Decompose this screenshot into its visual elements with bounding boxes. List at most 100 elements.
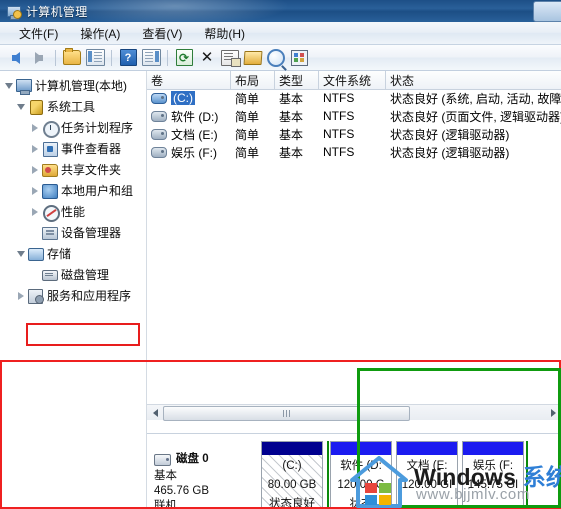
column-header-volume[interactable]: 卷: [147, 71, 231, 89]
partition-f[interactable]: 娱乐 (F: 145.75 GI: [462, 441, 524, 509]
system-tools-icon: [27, 98, 44, 115]
menu-action[interactable]: 操作(A): [69, 23, 131, 44]
sidebar-item-services-applications[interactable]: 服务和应用程序: [0, 285, 146, 306]
menu-help[interactable]: 帮助(H): [193, 23, 256, 44]
menu-file[interactable]: 文件(F): [8, 23, 69, 44]
shared-folder-icon: [41, 161, 58, 178]
twisty-closed-icon[interactable]: [28, 180, 41, 201]
toolbar-separator: [111, 49, 112, 66]
table-row[interactable]: 娱乐 (F:) 简单 基本 NTFS 状态良好 (逻辑驱动器): [147, 143, 561, 161]
partition-status: 状态良好: [269, 498, 315, 508]
column-header-status[interactable]: 状态: [386, 71, 561, 89]
back-arrow-icon[interactable]: [5, 47, 27, 68]
drive-icon: [151, 128, 167, 140]
sidebar-item-local-users-groups[interactable]: 本地用户和组: [0, 180, 146, 201]
event-viewer-icon: [41, 140, 58, 157]
disk-management-pane: 卷 布局 类型 文件系统 状态 (C:) 简单 基本 NTFS 状态良好 (系统…: [147, 71, 561, 509]
drive-icon: [151, 146, 167, 158]
disk-header: 磁盘 0: [154, 452, 249, 467]
forward-arrow-icon[interactable]: [28, 47, 50, 68]
twisty-closed-icon[interactable]: [28, 117, 41, 138]
toolbar-separator: [55, 49, 56, 66]
disk-type: 基本: [154, 470, 177, 482]
computer-icon: [15, 77, 32, 95]
horizontal-scrollbar[interactable]: [147, 404, 561, 421]
sidebar-item-shared-folders[interactable]: 共享文件夹: [0, 159, 146, 180]
twisty-closed-icon[interactable]: [14, 285, 27, 306]
show-hide-console-tree-icon[interactable]: [84, 47, 106, 68]
column-header-layout[interactable]: 布局: [231, 71, 275, 89]
sidebar-item-label: 系统工具: [47, 100, 96, 114]
sidebar-item-performance[interactable]: 性能: [0, 201, 146, 222]
sidebar-item-computer-management[interactable]: 计算机管理(本地): [0, 75, 146, 96]
twisty-open-icon[interactable]: [2, 75, 15, 96]
sidebar-item-storage[interactable]: 存储: [0, 243, 146, 264]
partition-size: 145.75 GI: [467, 479, 519, 491]
volume-name: (C:): [171, 91, 195, 105]
sidebar-item-label: 共享文件夹: [61, 163, 122, 177]
search-icon[interactable]: [265, 47, 287, 68]
sidebar-item-label: 任务计划程序: [61, 121, 134, 135]
sidebar-item-event-viewer[interactable]: 事件查看器: [0, 138, 146, 159]
volume-filesystem: NTFS: [323, 109, 355, 123]
export-list-icon[interactable]: [288, 47, 310, 68]
partition-capacity-bar: [397, 442, 457, 455]
extended-partition-border-right: [526, 441, 528, 509]
scrollbar-thumb[interactable]: [163, 406, 410, 421]
disk-icon: [154, 453, 171, 466]
table-row[interactable]: 软件 (D:) 简单 基本 NTFS 状态良好 (页面文件, 逻辑驱动器): [147, 107, 561, 125]
volume-type: 基本: [279, 127, 304, 142]
sidebar-item-system-tools[interactable]: 系统工具: [0, 96, 146, 117]
twisty-open-icon[interactable]: [14, 96, 27, 117]
disk-info-panel[interactable]: 磁盘 0 基本 465.76 GB 联机: [154, 452, 249, 509]
sidebar-item-label: 磁盘管理: [61, 268, 110, 282]
table-row[interactable]: 文档 (E:) 简单 基本 NTFS 状态良好 (逻辑驱动器): [147, 125, 561, 143]
twisty-open-icon[interactable]: [14, 243, 27, 264]
column-header-type[interactable]: 类型: [275, 71, 319, 89]
sidebar-item-device-manager[interactable]: 设备管理器: [0, 222, 146, 243]
twisty-closed-icon[interactable]: [28, 201, 41, 222]
partition-e[interactable]: 文档 (E: 120.00 GI: [396, 441, 458, 509]
up-folder-icon[interactable]: [61, 47, 83, 68]
graphical-disk-view: 磁盘 0 基本 465.76 GB 联机 (C:) 80.00 GB 状态良好: [147, 433, 561, 509]
performance-icon: [41, 203, 60, 222]
menu-view[interactable]: 查看(V): [131, 23, 193, 44]
volume-filesystem: NTFS: [323, 127, 355, 141]
scroll-right-arrow-icon[interactable]: [545, 405, 561, 420]
refresh-icon[interactable]: ⟳: [173, 47, 195, 68]
volume-name: 娱乐 (F:): [171, 145, 217, 160]
console-tree[interactable]: 计算机管理(本地) 系统工具 任务计划程序 事件查看器 共享文件夹 本地用户和组…: [0, 71, 147, 509]
restore-button[interactable]: [533, 1, 561, 22]
sidebar-item-label: 设备管理器: [61, 226, 122, 240]
show-hide-action-pane-icon[interactable]: [140, 47, 162, 68]
volume-type: 基本: [279, 91, 304, 106]
properties-icon[interactable]: [219, 47, 241, 68]
column-header-file-system[interactable]: 文件系统: [319, 71, 386, 89]
partition-capacity-bar: [463, 442, 523, 455]
toolbar-separator: [167, 49, 168, 66]
volume-name: 文档 (E:): [171, 127, 218, 142]
red-highlight-disk-management: [26, 323, 140, 346]
delete-icon[interactable]: ✕: [196, 47, 218, 68]
sidebar-item-disk-management[interactable]: 磁盘管理: [0, 264, 146, 285]
users-group-icon: [41, 182, 58, 199]
open-folder-icon[interactable]: [242, 47, 264, 68]
volume-name-cell: 软件 (D:): [147, 107, 231, 125]
table-row[interactable]: (C:) 简单 基本 NTFS 状态良好 (系统, 启动, 活动, 故障转储: [147, 89, 561, 107]
volume-layout: 简单: [235, 91, 260, 106]
sidebar-item-label: 存储: [47, 247, 72, 261]
volume-status: 状态良好 (页面文件, 逻辑驱动器): [390, 109, 561, 124]
help-icon[interactable]: ?: [117, 47, 139, 68]
storage-icon: [27, 245, 44, 262]
partition-c[interactable]: (C:) 80.00 GB 状态良好: [261, 441, 323, 509]
sidebar-item-task-scheduler[interactable]: 任务计划程序: [0, 117, 146, 138]
scrollbar-track[interactable]: [163, 405, 545, 421]
volume-status: 状态良好 (逻辑驱动器): [390, 145, 510, 160]
twisty-closed-icon[interactable]: [28, 159, 41, 180]
device-manager-icon: [41, 224, 58, 241]
twisty-closed-icon[interactable]: [28, 138, 41, 159]
scroll-left-arrow-icon[interactable]: [147, 405, 163, 420]
partition-d[interactable]: 软件 (D: 120.00 G 状态: [330, 441, 392, 509]
partition-name: 文档 (E:: [406, 460, 448, 472]
volume-list: (C:) 简单 基本 NTFS 状态良好 (系统, 启动, 活动, 故障转储 软…: [147, 89, 561, 161]
